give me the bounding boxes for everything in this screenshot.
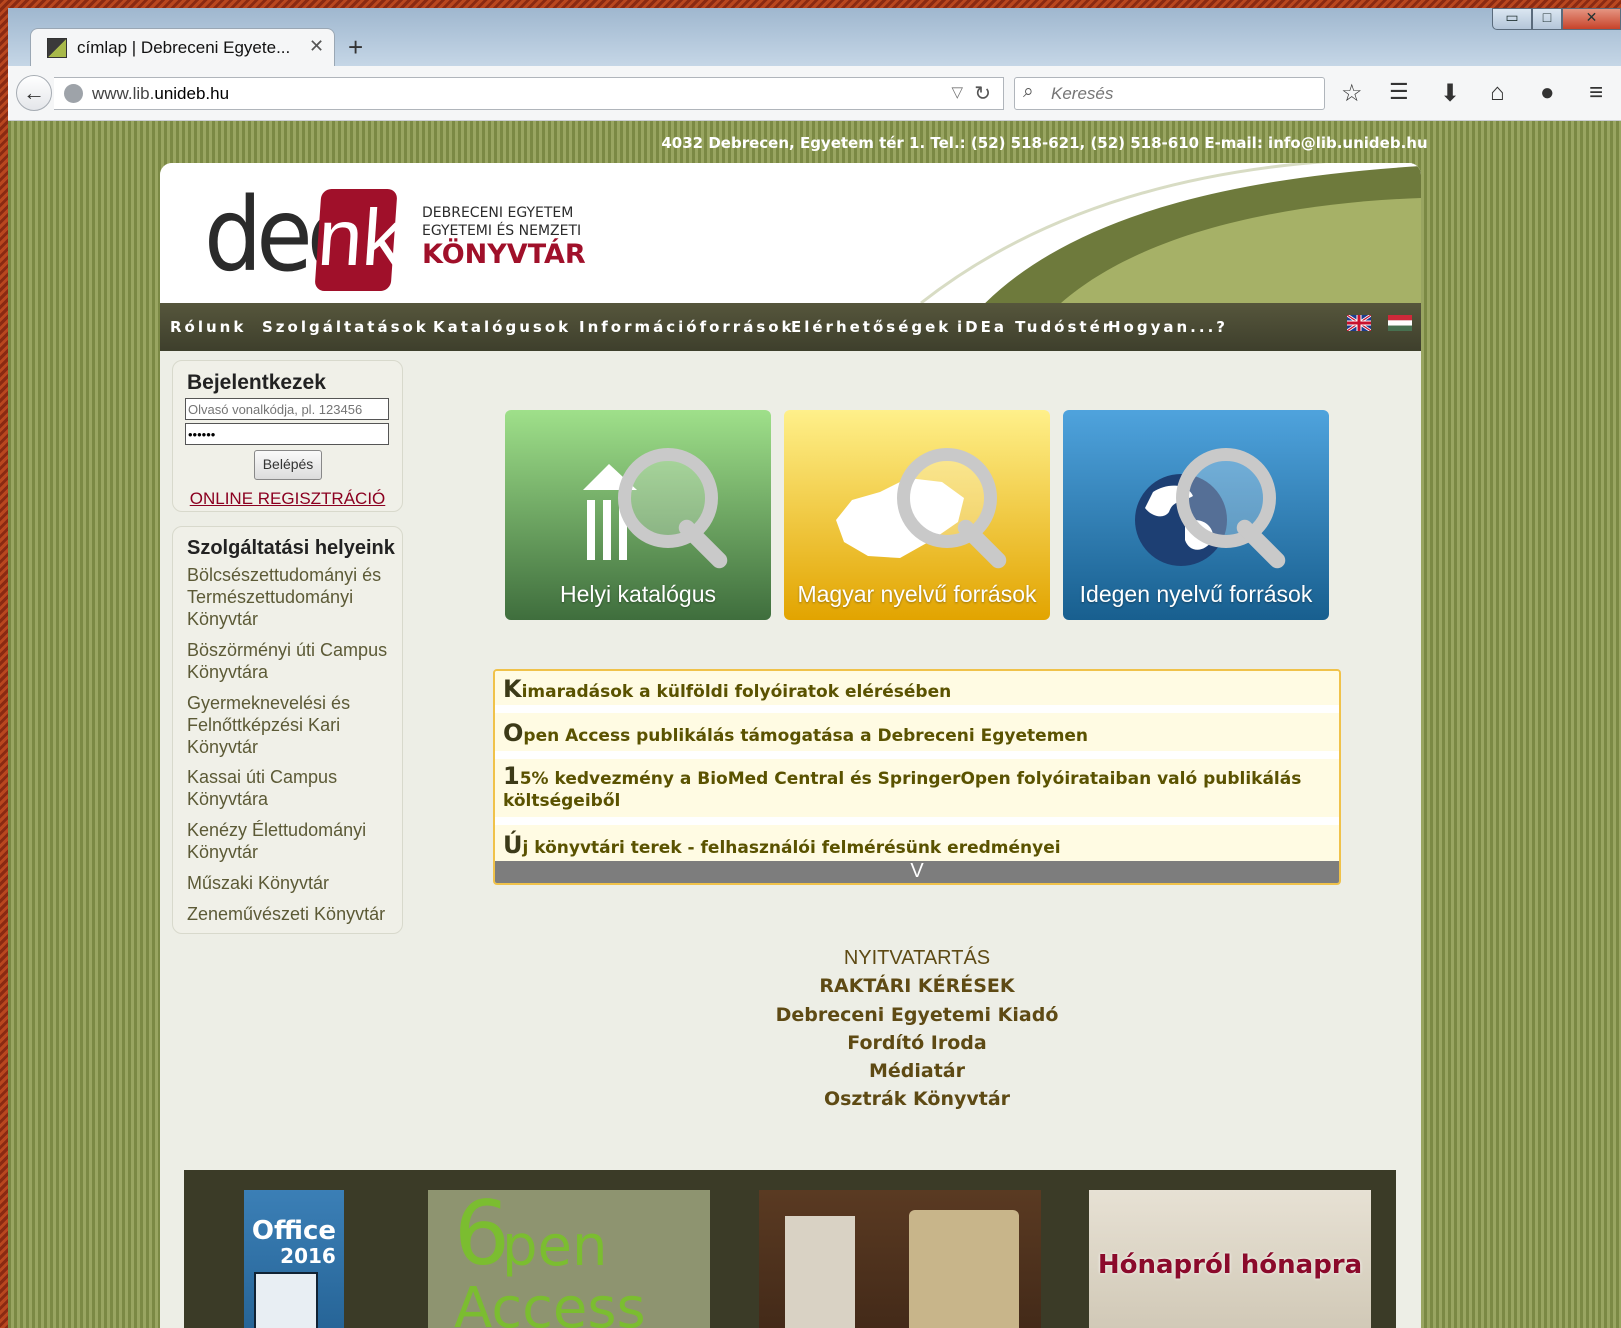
- hungarian-sources-tile[interactable]: Magyar nyelvű források: [784, 410, 1050, 620]
- maximize-button[interactable]: □: [1532, 8, 1562, 30]
- browser-window: címlap | Debreceni Egyete... ✕ + ▭ □ ✕ ←…: [8, 8, 1621, 1328]
- url-text[interactable]: www.lib.unideb.hu: [92, 84, 229, 104]
- page-viewport: 4032 Debrecen, Egyetem tér 1. Tel.: (52)…: [8, 121, 1621, 1328]
- austrian-library-link[interactable]: Osztrák Könyvtár: [160, 1088, 1421, 1110]
- online-registration-link[interactable]: ONLINE REGISZTRÁCIÓ: [173, 489, 402, 509]
- monthly-banner[interactable]: Hónapról hónapra: [1089, 1190, 1371, 1328]
- download-icon[interactable]: ⬇: [1440, 79, 1460, 108]
- place-link[interactable]: Böszörményi úti Campus Könyvtára: [187, 639, 403, 683]
- media-library-link[interactable]: Médiatár: [160, 1060, 1421, 1082]
- menu-item-katalogusok[interactable]: Katalógusok: [433, 318, 571, 336]
- main-menu: Rólunk Szolgáltatások Katalógusok Inform…: [160, 303, 1421, 351]
- opening-hours-link[interactable]: NYITVATARTÁS: [160, 947, 1421, 970]
- close-window-button[interactable]: ✕: [1562, 8, 1621, 30]
- news-ticker: Kimaradások a külföldi folyóiratok eléré…: [493, 669, 1341, 885]
- new-tab-button[interactable]: +: [348, 32, 363, 63]
- open-access-banner[interactable]: 6 pen Access: [428, 1190, 710, 1328]
- header-swoosh-decoration: [861, 163, 1421, 303]
- news-item[interactable]: Kimaradások a külföldi folyóiratok eléré…: [495, 671, 1339, 705]
- menu-icon[interactable]: ≡: [1589, 79, 1603, 107]
- site-header: dee nk DEBRECENI EGYETEM EGYETEMI ÉS NEM…: [160, 163, 1421, 303]
- office-2016-banner[interactable]: Office 2016: [244, 1190, 344, 1328]
- place-link[interactable]: Zeneművészeti Könyvtár: [187, 903, 403, 925]
- url-bar[interactable]: www.lib.unideb.hu ▽ ↻: [54, 77, 1004, 110]
- library-logo[interactable]: dee nk DEBRECENI EGYETEM EGYETEMI ÉS NEM…: [204, 185, 586, 291]
- site-container: dee nk DEBRECENI EGYETEM EGYETEMI ÉS NEM…: [160, 163, 1421, 1328]
- place-link[interactable]: Gyermeknevelési és Felnőttképzési Kari K…: [187, 692, 403, 758]
- news-item[interactable]: Open Access publikálás támogatása a Debr…: [495, 713, 1339, 751]
- tab-title: címlap | Debreceni Egyete...: [77, 38, 291, 57]
- site-favicon-icon: [47, 38, 67, 58]
- close-tab-icon[interactable]: ✕: [309, 36, 324, 57]
- quality-award-banner[interactable]: [759, 1190, 1041, 1328]
- login-title: Bejelentkezek: [187, 371, 326, 394]
- password-field[interactable]: [185, 423, 389, 445]
- login-box: Bejelentkezek Belépés ONLINE REGISZTRÁCI…: [172, 360, 403, 512]
- menu-item-idea-tudoster[interactable]: iDEa Tudóstér: [957, 318, 1113, 336]
- contact-address: 4032 Debrecen, Egyetem tér 1. Tel.: (52)…: [661, 134, 1428, 152]
- globe-icon: [64, 84, 83, 103]
- place-link[interactable]: Kenézy Élettudományi Könyvtár: [187, 819, 403, 863]
- search-box[interactable]: ⌕: [1014, 77, 1325, 110]
- featured-banners: Office 2016 6 pen Access Hónapról hónapr…: [184, 1170, 1396, 1328]
- reload-icon[interactable]: ↻: [974, 81, 991, 106]
- translation-office-link[interactable]: Fordító Iroda: [160, 1032, 1421, 1054]
- search-icon: ⌕: [1023, 81, 1034, 102]
- menu-item-rolunk[interactable]: Rólunk: [170, 318, 246, 336]
- back-button[interactable]: ←: [16, 75, 52, 111]
- menu-item-hogyan[interactable]: Hogyan...?: [1108, 318, 1228, 336]
- navigation-bar: ← www.lib.unideb.hu ▽ ↻ ⌕ ☆ ☰ ⬇ ⌂ ● ≡: [8, 66, 1621, 121]
- menu-item-szolgaltatasok[interactable]: Szolgáltatások: [262, 318, 429, 336]
- barcode-input[interactable]: [185, 398, 389, 420]
- history-dropdown-icon[interactable]: ▽: [951, 83, 963, 101]
- chat-icon[interactable]: ●: [1540, 79, 1555, 107]
- english-flag-icon[interactable]: [1347, 315, 1371, 331]
- home-icon[interactable]: ⌂: [1490, 79, 1505, 107]
- tile-label: Idegen nyelvű források: [1079, 581, 1313, 607]
- place-link[interactable]: Műszaki Könyvtár: [187, 872, 403, 894]
- news-scroll-down-button[interactable]: V: [495, 861, 1339, 883]
- place-link[interactable]: Bölcsészettudományi és Természettudomány…: [187, 564, 403, 630]
- local-catalog-tile[interactable]: Helyi katalógus: [505, 410, 771, 620]
- news-item[interactable]: 15% kedvezmény a BioMed Central és Sprin…: [495, 759, 1339, 817]
- star-icon[interactable]: ☆: [1341, 79, 1363, 108]
- software-box-icon: [254, 1272, 318, 1328]
- news-item[interactable]: Új könyvtári terek - felhasználói felmér…: [495, 825, 1339, 861]
- browser-tab[interactable]: címlap | Debreceni Egyete... ✕: [30, 28, 335, 66]
- tab-strip: címlap | Debreceni Egyete... ✕ + ▭ □ ✕: [8, 8, 1621, 66]
- minimize-button[interactable]: ▭: [1492, 8, 1532, 30]
- university-press-link[interactable]: Debreceni Egyetemi Kiadó: [160, 1004, 1421, 1026]
- service-places-title: Szolgáltatási helyeink: [187, 537, 395, 559]
- storage-requests-link[interactable]: RAKTÁRI KÉRÉSEK: [160, 975, 1421, 997]
- tile-label: Helyi katalógus: [560, 581, 716, 607]
- place-link[interactable]: Kassai úti Campus Könyvtára: [187, 766, 403, 810]
- tile-label: Magyar nyelvű források: [797, 581, 1037, 607]
- login-button[interactable]: Belépés: [254, 450, 322, 480]
- award-plaque-image: [909, 1210, 1019, 1328]
- certificate-image: [785, 1216, 855, 1328]
- service-places-box: Szolgáltatási helyeink Bölcsészettudomán…: [172, 526, 403, 934]
- foreign-sources-tile[interactable]: Idegen nyelvű források: [1063, 410, 1329, 620]
- menu-item-informacioforrasok[interactable]: Információforrások: [579, 318, 795, 336]
- reading-list-icon[interactable]: ☰: [1389, 79, 1409, 105]
- search-input[interactable]: [1049, 82, 1313, 106]
- hungarian-flag-icon[interactable]: [1388, 315, 1412, 331]
- menu-item-elerhetosegek[interactable]: Elérhetőségek: [791, 318, 951, 336]
